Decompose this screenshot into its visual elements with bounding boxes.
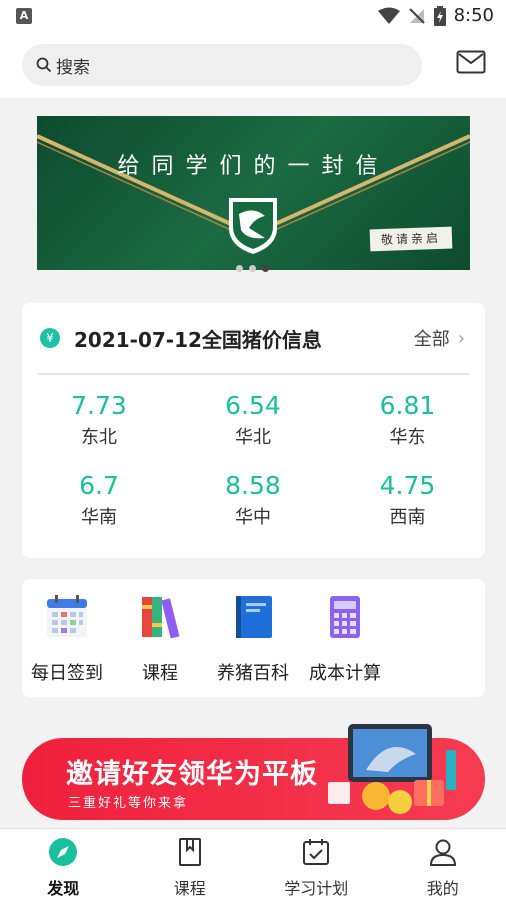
- menu-label: 养猪百科: [217, 663, 289, 684]
- study-plan-icon: [303, 839, 330, 865]
- price-value: 8.58: [225, 471, 281, 500]
- tablet-gift-graphic: [328, 724, 456, 814]
- search-input[interactable]: 搜索: [56, 53, 90, 78]
- tab-label: 发现: [47, 879, 80, 898]
- banner-title: 给同学们的一封信: [117, 154, 390, 179]
- pig-price-card: ¥ 2021-07-12全国猪价信息 全部 › 7.73 东北 6.54 华北 6.…: [22, 303, 485, 558]
- search-bar[interactable]: 搜索: [22, 44, 422, 86]
- menu-item-cost-calc[interactable]: 成本计算: [300, 593, 390, 685]
- school-emblem-icon: [229, 198, 277, 254]
- calendar-icon: [47, 595, 87, 637]
- price-cell[interactable]: 6.54 华北: [176, 391, 330, 449]
- price-cell[interactable]: 7.73 东北: [22, 391, 176, 449]
- carousel-dot: [249, 265, 256, 272]
- menu-item-courses[interactable]: 课程: [115, 593, 205, 685]
- price-region: 西南: [389, 507, 426, 528]
- search-icon: [36, 57, 52, 73]
- discover-icon: [49, 838, 78, 866]
- status-icons: 8:50: [377, 5, 494, 26]
- no-signal-icon: [408, 7, 425, 24]
- price-value: 6.54: [225, 391, 281, 420]
- price-value: 4.75: [379, 471, 436, 500]
- price-region: 华南: [81, 507, 117, 528]
- price-card-title: 2021-07-12全国猪价信息: [74, 327, 322, 352]
- price-value: 6.81: [379, 391, 436, 420]
- banner-stamp: 敬请亲启: [369, 226, 453, 252]
- menu-label: 每日签到: [31, 663, 103, 684]
- calculator-icon: [330, 596, 360, 638]
- yen-icon: ¥: [40, 328, 60, 348]
- bookmark-book-icon: [178, 838, 201, 866]
- tab-label: 我的: [426, 879, 459, 898]
- chevron-right-icon[interactable]: ›: [458, 328, 465, 349]
- price-cell[interactable]: 6.81 华东: [330, 391, 485, 449]
- tab-profile[interactable]: 我的: [380, 829, 506, 900]
- price-cell[interactable]: 8.58 华中: [176, 471, 330, 529]
- price-value: 7.73: [71, 391, 127, 420]
- invite-promo-banner[interactable]: 邀请好友领华为平板 三重好礼等你来拿: [22, 724, 485, 820]
- price-region: 华北: [235, 427, 271, 448]
- price-value: 6.7: [79, 471, 119, 500]
- notebook-icon: [236, 596, 272, 638]
- divider: [38, 373, 469, 375]
- tab-discover[interactable]: 发现: [0, 829, 127, 900]
- carousel-dot: [236, 265, 243, 272]
- menu-label: 成本计算: [309, 663, 381, 684]
- menu-label: 课程: [142, 663, 178, 684]
- battery-charging-icon: [433, 5, 446, 26]
- price-grid: 7.73 东北 6.54 华北 6.81 华东 6.7 华南 8.58 华中 4.75 西南: [22, 391, 485, 529]
- tab-courses[interactable]: 课程: [127, 829, 254, 900]
- carousel-dots: [236, 265, 269, 272]
- menu-item-checkin[interactable]: 每日签到: [22, 593, 112, 685]
- tab-study-plan[interactable]: 学习计划: [253, 829, 380, 900]
- carousel-dot-active: [262, 265, 269, 272]
- profile-icon: [429, 839, 456, 866]
- mail-icon[interactable]: [456, 50, 486, 74]
- status-bar: A 8:50: [0, 0, 506, 34]
- wifi-icon: [377, 7, 400, 24]
- price-region: 华东: [389, 427, 426, 448]
- price-region: 东北: [81, 427, 117, 448]
- promo-title: 邀请好友领华为平板: [66, 759, 318, 790]
- banner-carousel[interactable]: 给同学们的一封信 敬请亲启: [37, 116, 470, 270]
- menu-item-encyclopedia[interactable]: 养猪百科: [208, 593, 298, 685]
- price-cell[interactable]: 6.7 华南: [22, 471, 176, 529]
- tab-label: 学习计划: [284, 879, 349, 898]
- books-icon: [142, 597, 180, 639]
- view-all-link[interactable]: 全部: [414, 325, 450, 351]
- header: 搜索: [0, 34, 506, 98]
- price-region: 华中: [235, 507, 271, 528]
- quick-menu: 每日签到 课程 养猪百科 成本计算: [22, 579, 485, 697]
- promo-subtitle: 三重好礼等你来拿: [68, 796, 189, 811]
- tab-label: 课程: [173, 879, 206, 898]
- price-cell[interactable]: 4.75 西南: [330, 471, 485, 529]
- bottom-tab-bar: 发现 课程 学习计划 我的: [0, 828, 506, 900]
- price-card-header: ¥ 2021-07-12全国猪价信息 全部 ›: [40, 323, 465, 353]
- status-time: 8:50: [453, 5, 494, 26]
- notification-a-icon: A: [16, 8, 32, 24]
